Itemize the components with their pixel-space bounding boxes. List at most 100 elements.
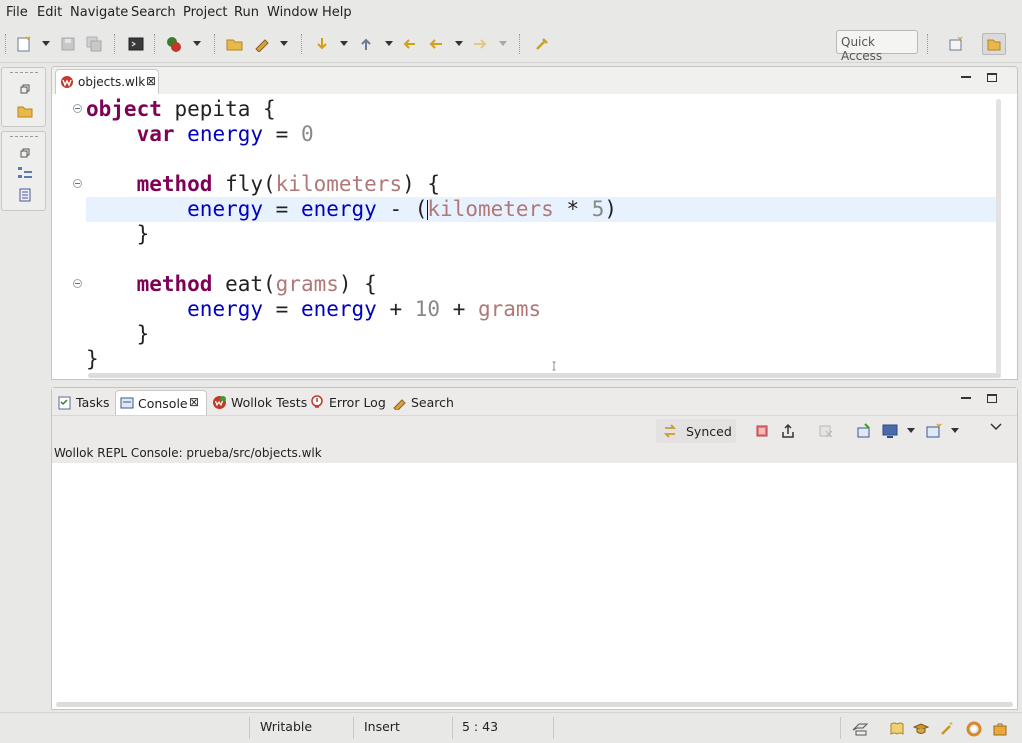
lifebuoy-icon[interactable] — [964, 719, 984, 739]
fold-toggle-icon[interactable] — [73, 179, 82, 188]
search-dropdown-icon[interactable] — [280, 41, 288, 46]
pin-console-icon[interactable] — [854, 421, 874, 441]
tasks-icon — [58, 396, 71, 410]
graduation-icon[interactable] — [911, 719, 931, 739]
tab-console[interactable]: Console ⊠ — [115, 390, 207, 415]
outline-icon[interactable] — [17, 166, 33, 180]
tab-error-log[interactable]: Error Log — [308, 390, 386, 415]
sync-icon — [663, 424, 677, 438]
code-line-9: energy = energy + 10 + grams — [86, 297, 541, 322]
code-text: fly( — [212, 172, 276, 196]
keyword: object — [86, 97, 162, 121]
briefcase-icon[interactable] — [990, 719, 1010, 739]
toolbar-separator — [214, 34, 216, 54]
open-console-dropdown-icon[interactable] — [951, 428, 959, 433]
menu-project[interactable]: Project — [183, 5, 227, 20]
run-dropdown-icon[interactable] — [193, 41, 201, 46]
repl-console-title: Wollok REPL Console: prueba/src/objects.… — [54, 446, 322, 460]
tab-search[interactable]: Search — [390, 390, 456, 415]
synced-button[interactable]: Synced — [656, 419, 736, 443]
back-dropdown-icon[interactable] — [455, 41, 463, 46]
status-divider — [452, 717, 453, 739]
menu-search[interactable]: Search — [131, 5, 176, 20]
console-horizontal-scrollbar[interactable] — [56, 702, 1013, 707]
fast-view-icon[interactable] — [850, 719, 870, 739]
open-console-icon[interactable] — [924, 421, 944, 441]
last-edit-icon[interactable] — [400, 34, 420, 54]
code-line-8: method eat(grams) { — [86, 272, 377, 297]
parameter: kilometers — [427, 197, 554, 221]
magic-wand-icon[interactable] — [937, 719, 957, 739]
console-icon — [120, 397, 134, 409]
editor-vertical-scrollbar[interactable] — [996, 99, 1001, 375]
display-console-dropdown-icon[interactable] — [907, 428, 915, 433]
tab-wollok-tests[interactable]: Wollok Tests — [210, 390, 307, 415]
code-line-11: } — [86, 347, 99, 372]
view-menu-icon[interactable] — [986, 417, 1006, 437]
open-perspective-icon[interactable] — [946, 34, 966, 54]
save-all-icon — [84, 34, 104, 54]
code-text: * — [553, 197, 592, 221]
menu-navigate[interactable]: Navigate — [70, 5, 128, 20]
save-icon — [58, 34, 78, 54]
book-icon[interactable] — [887, 719, 907, 739]
next-annotation-dropdown-icon[interactable] — [340, 41, 348, 46]
new-dropdown-icon[interactable] — [42, 41, 50, 46]
error-log-icon — [311, 395, 323, 408]
wollok-tests-icon — [213, 396, 226, 409]
close-icon[interactable]: ⊠ — [189, 395, 199, 409]
maximize-icon[interactable] — [987, 73, 997, 82]
menu-bar: File Edit Navigate Search Project Run Wi… — [0, 0, 1022, 25]
status-cursor-position: 5 : 43 — [462, 719, 499, 734]
search-pen-icon[interactable] — [252, 34, 272, 54]
console-toolbar: Synced — [52, 416, 1017, 446]
close-icon[interactable]: ⊠ — [146, 74, 156, 88]
terminate-icon[interactable] — [752, 421, 772, 441]
status-divider — [840, 717, 841, 739]
editor-horizontal-scrollbar[interactable] — [88, 373, 1001, 378]
code-text: pepita { — [161, 97, 276, 121]
tab-tasks[interactable]: Tasks — [54, 390, 114, 415]
minimize-icon[interactable] — [961, 397, 971, 399]
code-text: = — [263, 197, 301, 221]
status-divider — [553, 717, 554, 739]
tab-label: Console — [138, 396, 188, 411]
task-list-icon[interactable] — [17, 188, 33, 202]
code-text: + — [376, 297, 415, 321]
maximize-icon[interactable] — [987, 394, 997, 403]
back-icon[interactable] — [426, 34, 446, 54]
console-output[interactable] — [52, 463, 1017, 703]
restore-icon[interactable] — [17, 82, 33, 96]
menu-edit[interactable]: Edit — [37, 5, 62, 20]
menu-window[interactable]: Window — [267, 5, 318, 20]
code-area[interactable]: object pepita { var energy = 0 method fl… — [52, 94, 1017, 379]
pin-editor-icon[interactable] — [532, 34, 552, 54]
run-wollok-icon[interactable] — [164, 34, 184, 54]
new-file-icon[interactable] — [14, 34, 34, 54]
code-text: } — [136, 222, 150, 246]
prev-annotation-icon[interactable] — [356, 34, 376, 54]
console-tab-row: Tasks Console ⊠ Wollok Tests Error Log S… — [52, 388, 1017, 416]
restore-icon[interactable] — [17, 146, 33, 160]
parameter: grams — [477, 297, 542, 321]
status-divider — [353, 717, 354, 739]
open-folder-icon[interactable] — [225, 34, 245, 54]
prev-annotation-dropdown-icon[interactable] — [385, 41, 393, 46]
editor-pane: objects.wlk ⊠ object pepita { var energy… — [51, 66, 1018, 380]
fold-toggle-icon[interactable] — [73, 279, 82, 288]
menu-help[interactable]: Help — [322, 5, 352, 20]
wollok-perspective-icon[interactable] — [982, 33, 1006, 55]
export-icon[interactable] — [778, 421, 798, 441]
menu-file[interactable]: File — [6, 5, 28, 20]
quick-access-field[interactable]: Quick Access — [836, 30, 918, 63]
next-annotation-icon[interactable] — [312, 34, 332, 54]
editor-tab-objects[interactable]: objects.wlk ⊠ — [55, 69, 159, 94]
minimize-icon[interactable] — [961, 76, 971, 78]
fold-toggle-icon[interactable] — [73, 104, 82, 113]
tab-label: Error Log — [329, 395, 386, 410]
menu-run[interactable]: Run — [234, 5, 259, 20]
display-console-icon[interactable] — [880, 421, 900, 441]
package-explorer-icon[interactable] — [17, 104, 33, 118]
keyword: var — [136, 122, 175, 146]
terminal-icon[interactable] — [126, 34, 146, 54]
